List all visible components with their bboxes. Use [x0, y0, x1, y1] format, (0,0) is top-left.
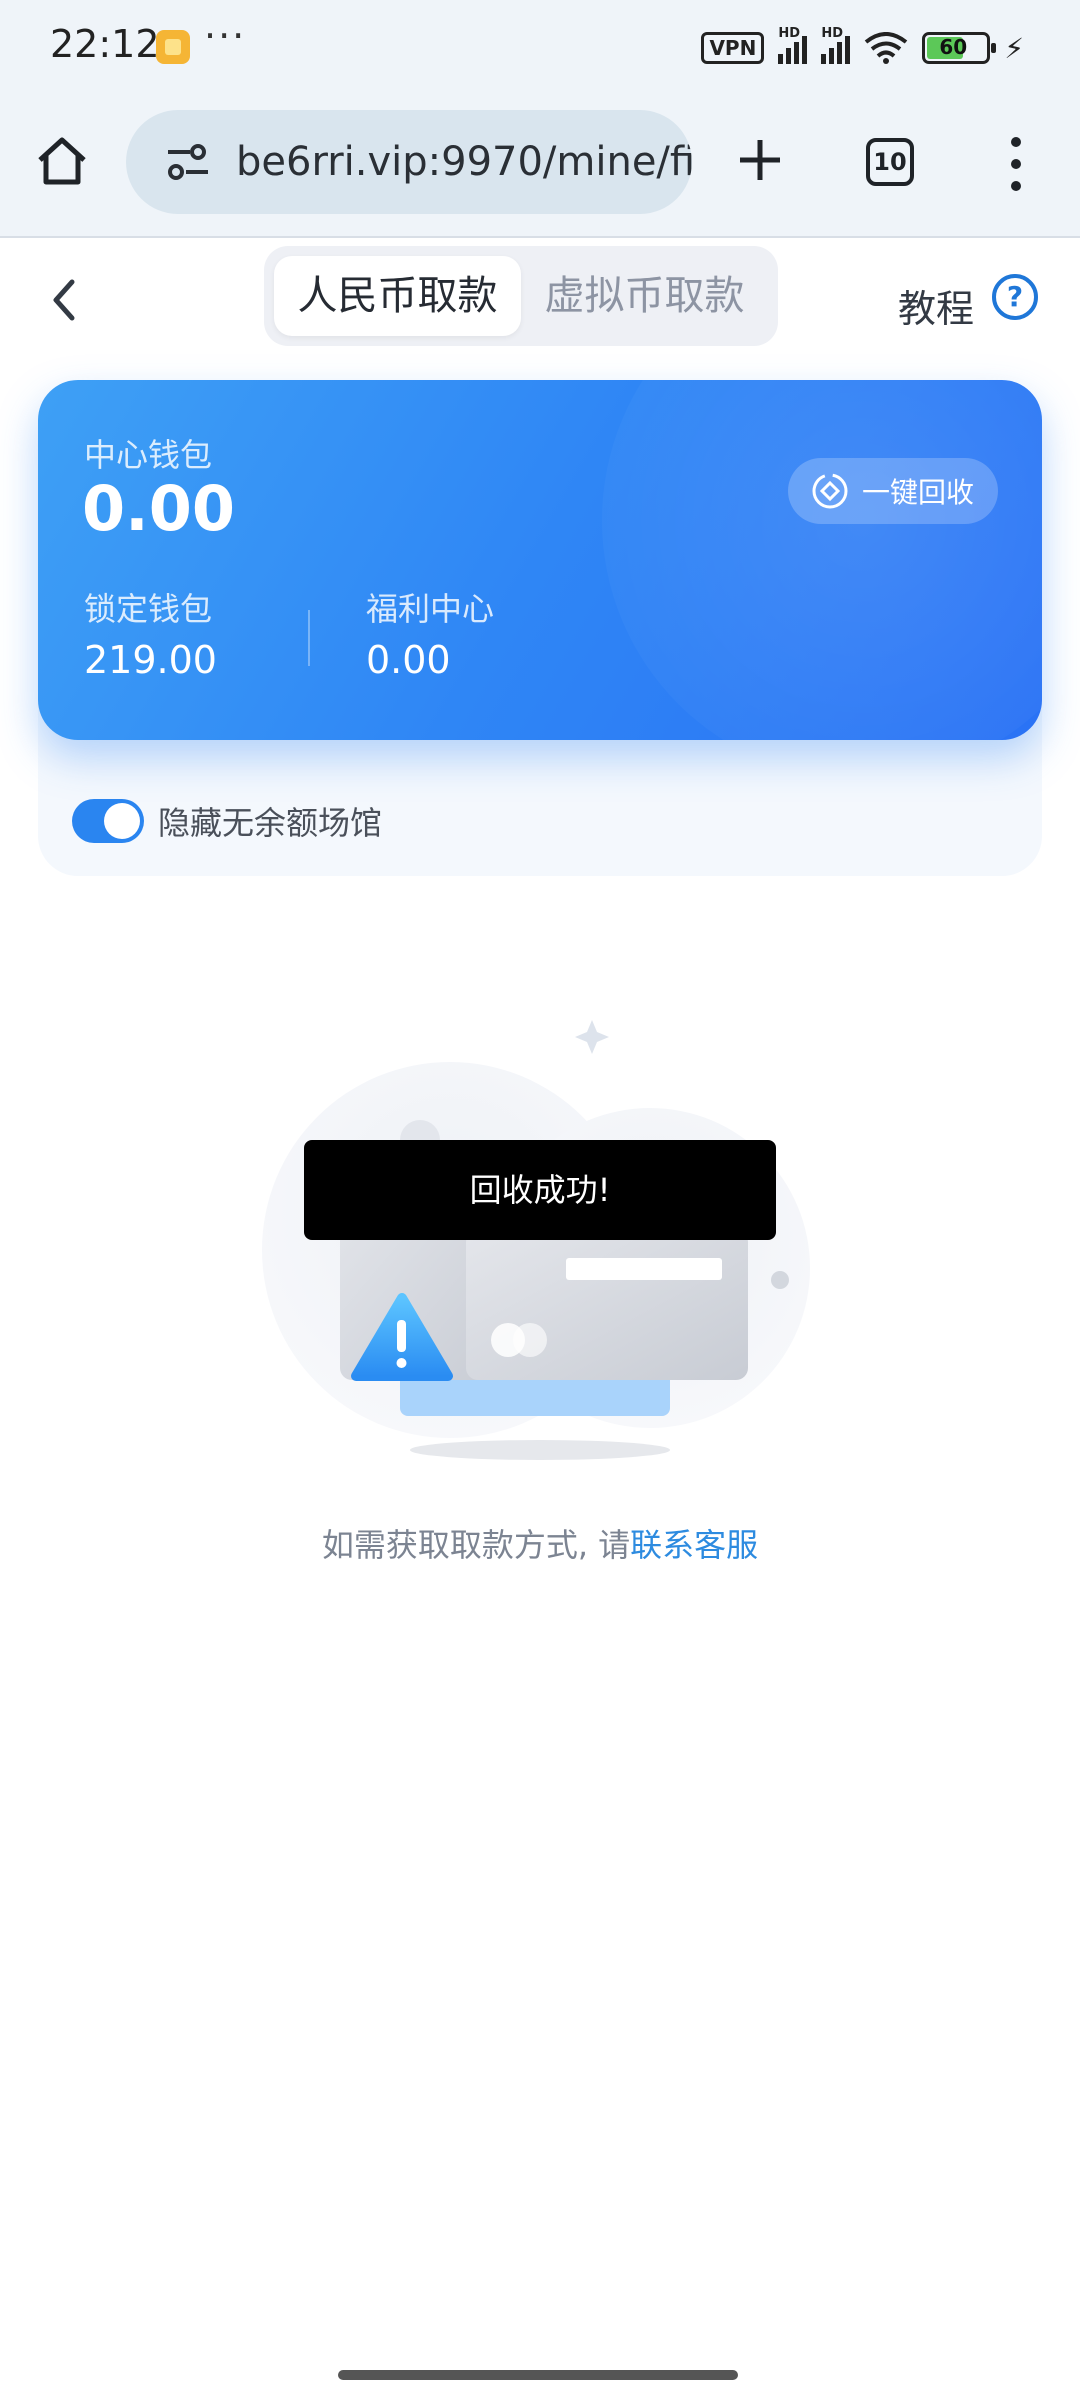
site-settings-icon[interactable] [164, 142, 212, 182]
gallery-icon [156, 30, 190, 64]
signal-icon: HD [821, 26, 851, 64]
browser-toolbar: be6rri.vip:9970/mine/fina 10 [0, 92, 1080, 238]
status-time: 22:12 [50, 22, 160, 66]
one-click-recycle-button[interactable]: 一键回收 [788, 458, 998, 524]
welfare-center-balance: 0.00 [366, 638, 451, 682]
locked-wallet-label: 锁定钱包 [84, 590, 213, 628]
status-bar: 22:12 ··· VPN HD HD 60 ⚡ [0, 0, 1080, 92]
url-text[interactable]: be6rri.vip:9970/mine/fina [236, 139, 692, 185]
new-tab-icon[interactable] [730, 130, 790, 190]
vpn-badge: VPN [701, 32, 765, 64]
recycle-icon [812, 473, 848, 509]
wallet-card: 中心钱包 0.00 一键回收 锁定钱包 219.00 福利中心 0.00 [38, 380, 1042, 740]
home-icon[interactable] [34, 134, 90, 190]
tab-rmb-withdraw[interactable]: 人民币取款 [274, 256, 521, 336]
empty-state-illustration [262, 1020, 810, 1460]
more-notifications-icon: ··· [204, 14, 247, 58]
hide-empty-venues-toggle[interactable] [72, 799, 144, 843]
contact-hint: 如需获取取款方式, 请联系客服 [0, 1520, 1080, 1566]
help-icon[interactable]: ? [992, 274, 1038, 320]
address-bar[interactable]: be6rri.vip:9970/mine/fina [126, 110, 692, 214]
page-header: 人民币取款 虚拟币取款 教程 ? [0, 240, 1080, 360]
wifi-icon [865, 32, 908, 64]
tab-crypto-withdraw[interactable]: 虚拟币取款 [521, 256, 768, 336]
locked-wallet-balance: 219.00 [84, 638, 217, 682]
hd-label: HD [821, 26, 843, 41]
signal-icon: HD [778, 26, 808, 64]
hide-empty-venues-label: 隐藏无余额场馆 [158, 804, 383, 842]
tab-switcher-button[interactable]: 10 [866, 138, 914, 186]
back-arrow-icon[interactable] [40, 270, 88, 330]
battery-icon: 60 [922, 32, 997, 64]
charging-icon: ⚡ [1004, 31, 1024, 65]
welfare-center-label: 福利中心 [366, 590, 495, 628]
hide-empty-venues-row: 隐藏无余额场馆 [72, 796, 382, 846]
center-wallet-label: 中心钱包 [84, 436, 213, 474]
more-menu-icon[interactable] [1004, 132, 1028, 196]
battery-level: 60 [939, 35, 968, 59]
recycle-label: 一键回收 [862, 476, 975, 509]
home-indicator[interactable] [338, 2370, 738, 2380]
divider [308, 610, 310, 666]
hd-label: HD [778, 26, 800, 41]
contact-hint-text: 如需获取取款方式, 请 [321, 1526, 631, 1564]
toast-message: 回收成功! [304, 1140, 776, 1240]
withdraw-type-tabs: 人民币取款 虚拟币取款 [264, 246, 778, 346]
contact-support-link[interactable]: 联系客服 [630, 1526, 758, 1564]
center-wallet-balance: 0.00 [82, 472, 235, 545]
tutorial-link[interactable]: 教程 [898, 278, 974, 333]
status-icons: VPN HD HD 60 ⚡ [701, 26, 1024, 68]
